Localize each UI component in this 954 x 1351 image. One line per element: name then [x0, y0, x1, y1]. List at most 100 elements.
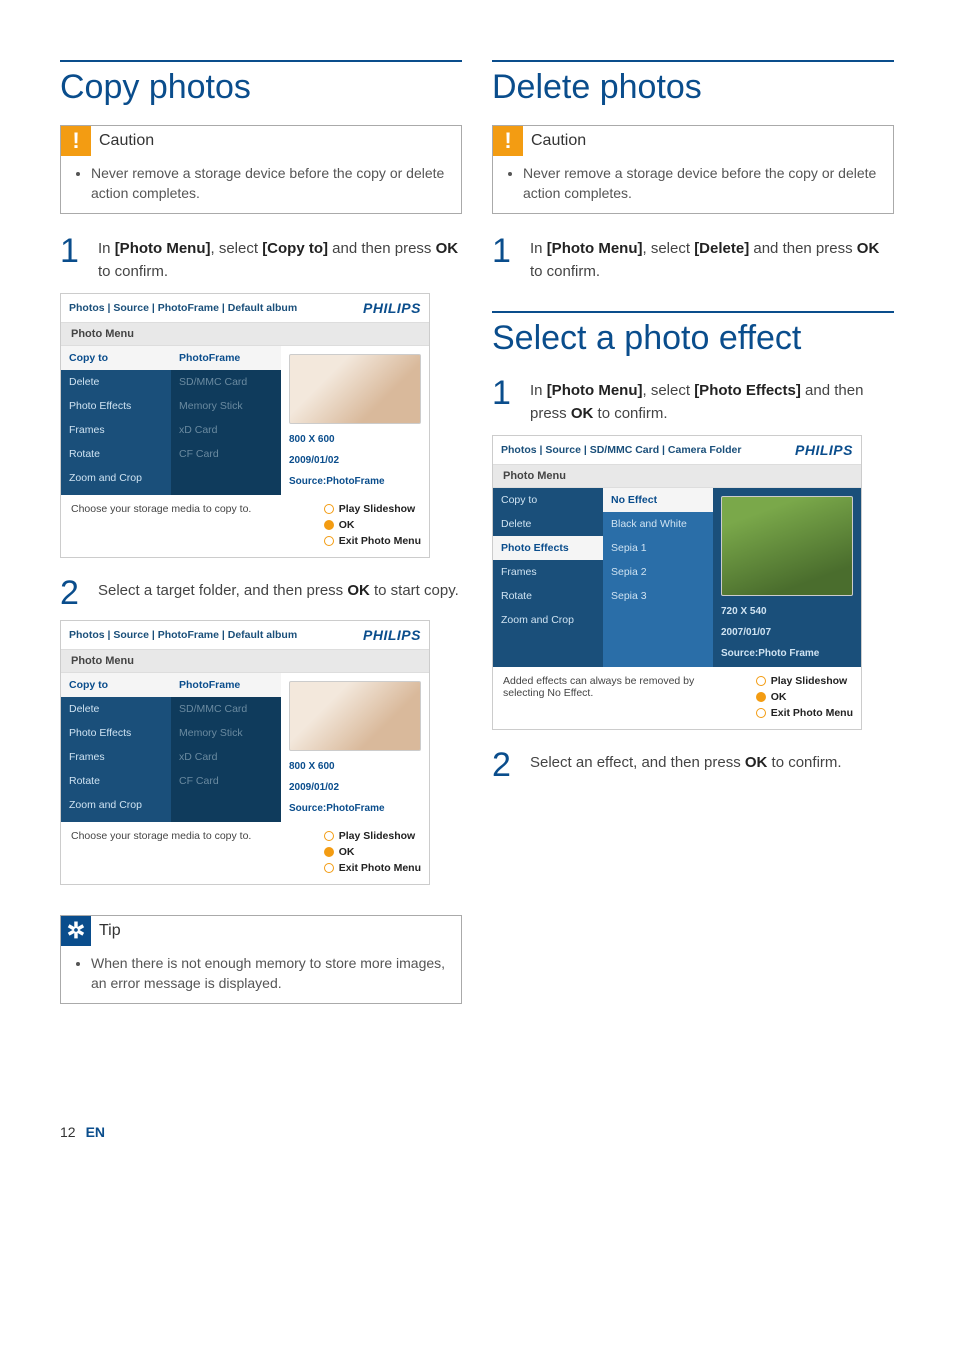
preview-pane: 720 X 540 2007/01/07 Source:Photo Frame [713, 488, 861, 667]
btn-play-slideshow[interactable]: Play Slideshow [324, 503, 421, 515]
help-text: Choose your storage media to copy to. [71, 830, 251, 874]
menu-item-photo-effects[interactable]: Photo Effects [61, 394, 171, 418]
menu-item-frames[interactable]: Frames [61, 418, 171, 442]
submenu-item-photoframe[interactable]: PhotoFrame [171, 346, 281, 370]
meta-resolution: 720 X 540 [721, 606, 853, 617]
btn-ok[interactable]: OK [324, 846, 421, 858]
btn-play-slideshow[interactable]: Play Slideshow [324, 830, 421, 842]
menu-item-frames[interactable]: Frames [493, 560, 603, 584]
meta-resolution: 800 X 600 [289, 434, 421, 445]
joystick-center-icon [324, 847, 334, 857]
main-menu[interactable]: Copy to Delete Photo Effects Frames Rota… [493, 488, 603, 667]
step-text: In [Photo Menu], select [Copy to] and th… [98, 234, 462, 283]
btn-exit[interactable]: Exit Photo Menu [324, 862, 421, 874]
meta-source: Source:PhotoFrame [289, 803, 421, 814]
brand-logo: PHILIPS [363, 627, 421, 643]
menu-item-rotate[interactable]: Rotate [493, 584, 603, 608]
preview-pane: 800 X 600 2009/01/02 Source:PhotoFrame [281, 673, 429, 822]
menu-item-rotate[interactable]: Rotate [61, 442, 171, 466]
menu-item-zoom-crop[interactable]: Zoom and Crop [493, 608, 603, 632]
menu-item-delete[interactable]: Delete [493, 512, 603, 536]
submenu-item[interactable]: Memory Stick [171, 721, 281, 745]
joystick-down-icon [324, 536, 334, 546]
btn-play-slideshow[interactable]: Play Slideshow [756, 675, 853, 687]
step-number: 1 [492, 376, 516, 425]
breadcrumb: Photos | Source | PhotoFrame | Default a… [69, 302, 297, 314]
submenu-item[interactable]: SD/MMC Card [171, 697, 281, 721]
tip-text: When there is not enough memory to store… [91, 954, 449, 993]
heading-copy-photos: Copy photos [60, 68, 462, 107]
page-footer: 12 EN [60, 1124, 894, 1140]
joystick-up-icon [756, 676, 766, 686]
submenu-item-no-effect[interactable]: No Effect [603, 488, 713, 512]
menu-item-photo-effects[interactable]: Photo Effects [493, 536, 603, 560]
step-number: 2 [492, 748, 516, 782]
btn-ok[interactable]: OK [324, 519, 421, 531]
btn-exit[interactable]: Exit Photo Menu [324, 535, 421, 547]
meta-resolution: 800 X 600 [289, 761, 421, 772]
panel-title: Photo Menu [61, 649, 429, 673]
joystick-center-icon [756, 692, 766, 702]
meta-date: 2009/01/02 [289, 782, 421, 793]
page-lang: EN [86, 1124, 105, 1140]
caution-text: Never remove a storage device before the… [91, 164, 449, 203]
submenu-item[interactable]: SD/MMC Card [171, 370, 281, 394]
caution-box: ! Caution Never remove a storage device … [492, 125, 894, 214]
caution-text: Never remove a storage device before the… [523, 164, 881, 203]
step-text: In [Photo Menu], select [Delete] and the… [530, 234, 894, 283]
heading-delete-photos: Delete photos [492, 68, 894, 107]
brand-logo: PHILIPS [363, 300, 421, 316]
device-screenshot-effects: Photos | Source | SD/MMC Card | Camera F… [492, 435, 862, 730]
sub-menu[interactable]: No Effect Black and White Sepia 1 Sepia … [603, 488, 713, 667]
sub-menu[interactable]: PhotoFrame SD/MMC Card Memory Stick xD C… [171, 673, 281, 822]
step-text: Select an effect, and then press OK to c… [530, 748, 842, 782]
submenu-item[interactable]: CF Card [171, 769, 281, 793]
submenu-item-sepia2[interactable]: Sepia 2 [603, 560, 713, 584]
step-text: Select a target folder, and then press O… [98, 576, 459, 610]
submenu-item-sepia1[interactable]: Sepia 1 [603, 536, 713, 560]
main-menu[interactable]: Copy to Delete Photo Effects Frames Rota… [61, 673, 171, 822]
caution-title: Caution [91, 132, 154, 150]
submenu-item[interactable]: CF Card [171, 442, 281, 466]
photo-thumbnail [289, 354, 421, 424]
step-number: 1 [492, 234, 516, 283]
photo-thumbnail [721, 496, 853, 596]
joystick-down-icon [756, 708, 766, 718]
step-text: In [Photo Menu], select [Photo Effects] … [530, 376, 894, 425]
joystick-up-icon [324, 504, 334, 514]
submenu-item[interactable]: xD Card [171, 418, 281, 442]
submenu-item-sepia3[interactable]: Sepia 3 [603, 584, 713, 608]
menu-item-photo-effects[interactable]: Photo Effects [61, 721, 171, 745]
menu-item-copy-to[interactable]: Copy to [61, 346, 171, 370]
submenu-item-photoframe[interactable]: PhotoFrame [171, 673, 281, 697]
menu-item-delete[interactable]: Delete [61, 370, 171, 394]
menu-item-zoom-crop[interactable]: Zoom and Crop [61, 466, 171, 490]
photo-thumbnail [289, 681, 421, 751]
menu-item-zoom-crop[interactable]: Zoom and Crop [61, 793, 171, 817]
btn-ok[interactable]: OK [756, 691, 853, 703]
submenu-item[interactable]: xD Card [171, 745, 281, 769]
main-menu[interactable]: Copy to Delete Photo Effects Frames Rota… [61, 346, 171, 495]
caution-title: Caution [523, 132, 586, 150]
panel-title: Photo Menu [493, 464, 861, 488]
btn-exit[interactable]: Exit Photo Menu [756, 707, 853, 719]
menu-item-rotate[interactable]: Rotate [61, 769, 171, 793]
menu-item-copy-to[interactable]: Copy to [61, 673, 171, 697]
menu-item-copy-to[interactable]: Copy to [493, 488, 603, 512]
menu-item-delete[interactable]: Delete [61, 697, 171, 721]
sub-menu[interactable]: PhotoFrame SD/MMC Card Memory Stick xD C… [171, 346, 281, 495]
meta-source: Source:PhotoFrame [289, 476, 421, 487]
help-text: Added effects can always be removed by s… [503, 675, 703, 719]
submenu-item[interactable]: Memory Stick [171, 394, 281, 418]
joystick-down-icon [324, 863, 334, 873]
help-text: Choose your storage media to copy to. [71, 503, 251, 547]
tip-box: ✲ Tip When there is not enough memory to… [60, 915, 462, 1004]
caution-icon: ! [61, 126, 91, 156]
menu-item-frames[interactable]: Frames [61, 745, 171, 769]
submenu-item-bw[interactable]: Black and White [603, 512, 713, 536]
step-number: 1 [60, 234, 84, 283]
breadcrumb: Photos | Source | SD/MMC Card | Camera F… [501, 444, 741, 456]
caution-icon: ! [493, 126, 523, 156]
device-screenshot-copy-2: Photos | Source | PhotoFrame | Default a… [60, 620, 430, 885]
heading-select-effect: Select a photo effect [492, 319, 894, 358]
